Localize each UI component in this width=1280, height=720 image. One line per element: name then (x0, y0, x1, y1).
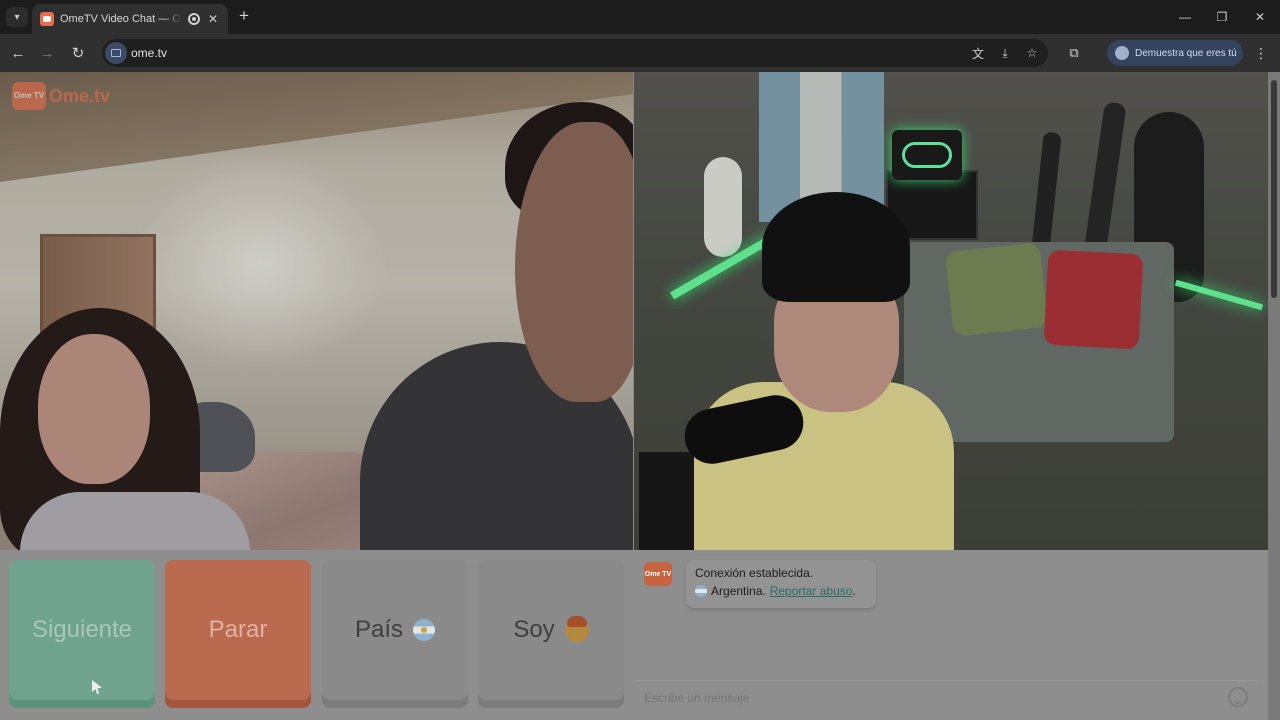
forward-arrow-icon[interactable]: → (36, 42, 58, 64)
chat-input-bar (634, 680, 1258, 714)
chat-panel: Ome TV Conexión establecida. Argentina. … (634, 550, 1268, 720)
close-window-icon[interactable]: ✕ (1246, 6, 1274, 28)
avatar (1115, 46, 1129, 60)
connection-status: Conexión establecida. (695, 566, 814, 580)
scroll-thumb[interactable] (1271, 80, 1277, 298)
stop-button[interactable]: Parar (165, 560, 311, 700)
back-arrow-icon[interactable]: ← (7, 42, 29, 64)
system-message: Conexión establecida. Argentina. Reporta… (686, 560, 876, 608)
extensions-icon[interactable]: ⧉ (1064, 43, 1084, 63)
ometv-logo-text: Ome.tv (49, 85, 111, 106)
minimize-icon[interactable]: — (1171, 6, 1199, 28)
person-face (38, 334, 150, 484)
ometv-logo: Ome TV Ome.tv (12, 82, 110, 110)
url-text[interactable]: ome.tv (131, 46, 167, 60)
ometv-chat-logo-icon: Ome TV (644, 562, 672, 586)
reload-icon[interactable]: ↻ (67, 42, 89, 64)
install-app-icon[interactable]: ⤓ (996, 44, 1014, 62)
stop-label: Parar (208, 616, 268, 643)
country-button[interactable]: País (322, 560, 468, 700)
browser-toolbar: ← → ↻ ome.tv 文 ⤓ ☆ ⧉ Demuestra que eres … (0, 34, 1280, 72)
ometv-favicon-icon (40, 12, 54, 26)
cushion (944, 242, 1049, 337)
skateboard (704, 157, 742, 257)
cushion (1043, 249, 1144, 350)
tab-close-icon[interactable]: ✕ (206, 12, 220, 26)
message-input[interactable] (644, 687, 1214, 709)
smiley-icon[interactable] (1228, 687, 1248, 707)
recording-indicator-icon (188, 13, 200, 25)
argentina-flag-icon (695, 585, 707, 597)
person-cap (762, 192, 910, 302)
country-label: País (354, 616, 404, 643)
browser-menu-icon[interactable]: ⋮ (1252, 43, 1270, 63)
partner-video: Ome TV Ome.tv (0, 72, 633, 550)
site-info-camera-icon[interactable] (105, 42, 127, 64)
speaker-lights (902, 142, 952, 168)
wall-light (130, 152, 390, 372)
address-bar[interactable]: ome.tv 文 ⤓ ☆ (102, 39, 1048, 67)
tab-title: OmeTV Video Chat — Ome (60, 13, 182, 25)
ometv-page: Ome TV Ome.tv Siguiente Parar País Soy O… (0, 72, 1280, 720)
new-tab-button[interactable]: + (234, 6, 254, 26)
ometv-logo-icon: Ome TV (12, 82, 46, 110)
translate-icon[interactable]: 文 (969, 44, 987, 62)
argentina-flag-icon (413, 619, 436, 641)
report-abuse-link[interactable]: Reportar abuso (770, 584, 853, 598)
self-video (634, 72, 1268, 550)
tab-search-button[interactable]: ▾ (6, 7, 28, 27)
gender-label: Soy (513, 616, 555, 643)
gender-button[interactable]: Soy (478, 560, 624, 700)
next-label: Siguiente (31, 616, 133, 643)
verify-profile-button[interactable]: Demuestra que eres tú (1107, 40, 1243, 66)
verify-label: Demuestra que eres tú (1135, 47, 1237, 59)
partner-country: Argentina. (711, 584, 766, 598)
tab-strip: ▾ OmeTV Video Chat — Ome ✕ + — ❐ ✕ (0, 0, 1280, 34)
report-suffix: . (852, 584, 856, 598)
page-scrollbar[interactable] (1268, 72, 1280, 720)
person-shirt (20, 492, 250, 550)
partner-country-line: Argentina. Reportar abuso. (695, 584, 867, 598)
browser-tab[interactable]: OmeTV Video Chat — Ome ✕ (32, 4, 228, 34)
next-button[interactable]: Siguiente (9, 560, 155, 700)
controls-panel: Siguiente Parar País Soy (0, 550, 634, 720)
mic-arm (639, 452, 694, 550)
boy-emoji-icon (564, 616, 589, 642)
bookmark-star-icon[interactable]: ☆ (1023, 44, 1041, 62)
restore-icon[interactable]: ❐ (1208, 6, 1236, 28)
